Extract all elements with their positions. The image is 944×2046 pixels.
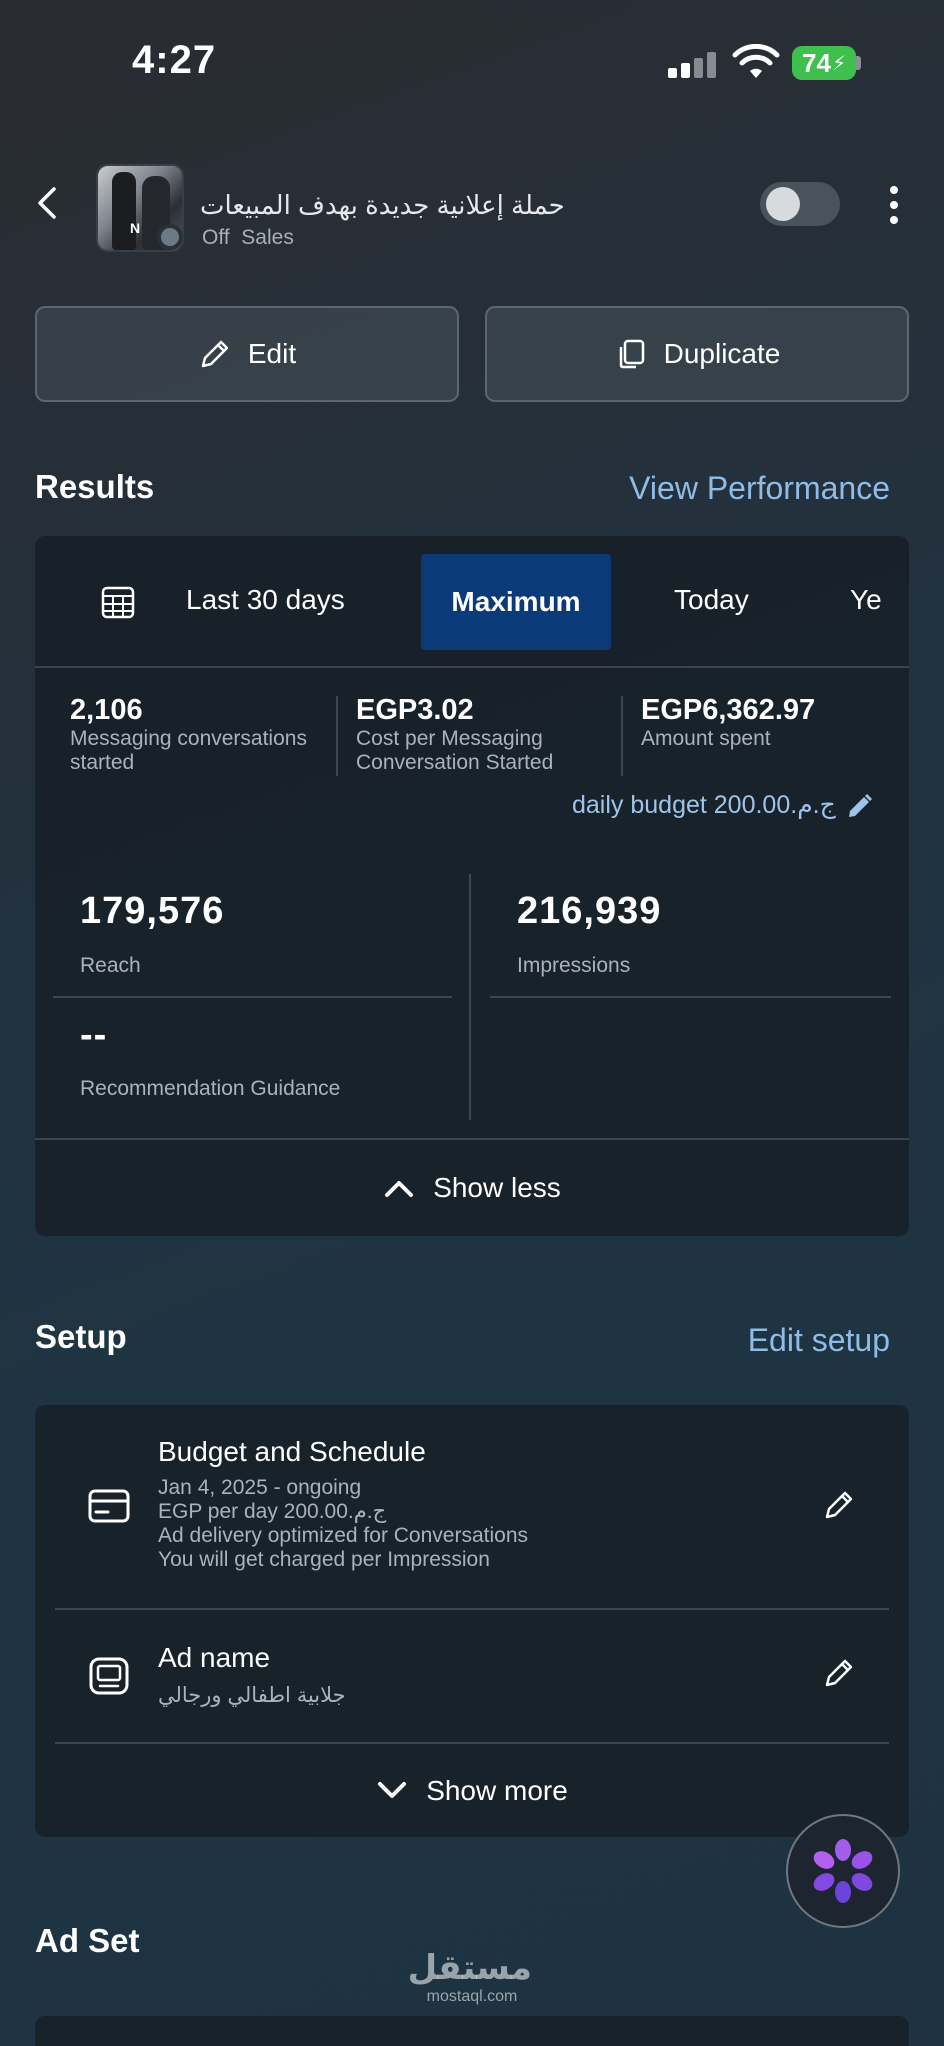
battery-tip (856, 56, 861, 70)
pencil-icon (201, 340, 229, 368)
metric-conversations: 2,106 Messaging conversations started (70, 694, 307, 775)
edit-setup-link[interactable]: Edit setup (748, 1322, 890, 1359)
more-options-icon[interactable] (888, 186, 900, 224)
toggle-knob (766, 187, 800, 221)
ad-name-value: جلابية اطفالي ورجالي (158, 1684, 346, 1707)
wifi-icon (732, 44, 780, 78)
edit-budget-icon[interactable] (822, 1488, 856, 1522)
watermark-latin: mostaql.com (426, 1988, 518, 2005)
metric-value: EGP3.02 (356, 694, 474, 726)
edit-budget-pencil-icon[interactable] (846, 792, 874, 820)
ad-set-card (35, 2016, 909, 2046)
ad-name-title: Ad name (158, 1642, 271, 1673)
reach-value: 179,576 (80, 890, 225, 932)
reach-label: Reach (80, 954, 141, 977)
metric-value: 2,106 (70, 694, 143, 726)
daily-budget-link[interactable]: daily budget 200.00.ج.م (572, 790, 836, 820)
ad-set-heading: Ad Set (35, 1922, 140, 1959)
chevron-up-icon (385, 1181, 414, 1197)
divider (53, 996, 452, 998)
schedule-dates: Jan 4, 2025 - ongoing (158, 1476, 362, 1499)
view-performance-link[interactable]: View Performance (629, 470, 890, 507)
budget-schedule-row[interactable]: Budget and Schedule Jan 4, 2025 - ongoin… (158, 1436, 528, 1572)
status-time: 4:27 (132, 38, 217, 82)
ad-name-row[interactable]: Ad name جلابية اطفالي ورجالي (158, 1642, 346, 1708)
results-heading: Results (35, 468, 155, 505)
impressions-label: Impressions (517, 954, 631, 977)
battery-indicator: 74 ⚡ (792, 46, 856, 80)
battery-level: 74 (802, 47, 831, 78)
metric-label: Conversation Started (356, 751, 554, 774)
chevron-down-icon (378, 1782, 407, 1798)
duplicate-button-label: Duplicate (663, 338, 781, 369)
campaign-title: حملة إعلانية جديدة بهدف المبيعات (200, 190, 565, 220)
metric-value: EGP6,362.97 (641, 694, 816, 726)
cellular-signal-icon (668, 52, 718, 78)
watermark: مستقل mostaql.com (407, 1948, 532, 2006)
edit-button[interactable]: Edit (35, 306, 459, 402)
tab-yesterday[interactable]: Ye (850, 584, 882, 616)
metric-label: Amount spent (641, 727, 771, 750)
show-more-button[interactable]: Show more (55, 1742, 889, 1838)
impressions-value: 216,939 (517, 890, 662, 932)
watermark-arabic: مستقل (407, 1949, 532, 1987)
status-dot-icon (157, 224, 183, 250)
campaign-status: Off (202, 226, 230, 249)
optimization-goal: Ad delivery optimized for Conversations (158, 1524, 529, 1547)
metric-label: Cost per Messaging (356, 727, 543, 750)
metric-label: started (70, 751, 135, 774)
back-chevron-icon[interactable] (34, 186, 62, 220)
campaign-subtitle: Off Sales (202, 226, 294, 250)
recommendation-value: -- (80, 1014, 108, 1056)
calendar-icon[interactable] (100, 584, 136, 620)
meta-ai-assistant-button[interactable] (786, 1814, 900, 1928)
show-less-button[interactable]: Show less (35, 1138, 909, 1236)
setup-heading: Setup (35, 1318, 127, 1355)
divider (469, 874, 471, 1120)
edit-ad-name-icon[interactable] (822, 1656, 856, 1690)
divider (55, 1608, 889, 1610)
brand-logo-icon: N (130, 220, 141, 236)
divider (621, 696, 623, 776)
recommendation-label: Recommendation Guidance (80, 1077, 341, 1100)
metric-cost-per-conversation: EGP3.02 Cost per Messaging Conversation … (356, 694, 553, 775)
ad-preview-icon (89, 1657, 129, 1695)
ai-sparkle-icon (813, 1839, 873, 1903)
duplicate-icon (619, 339, 644, 369)
divider (490, 996, 891, 998)
charging-icon: ⚡ (831, 52, 846, 75)
campaign-objective: Sales (241, 226, 294, 249)
show-more-label: Show more (426, 1775, 568, 1806)
metric-amount-spent: EGP6,362.97 Amount spent (641, 694, 815, 751)
tab-maximum[interactable]: Maximum (421, 554, 611, 650)
divider (336, 696, 338, 776)
tab-last-30-days[interactable]: Last 30 days (186, 584, 345, 616)
budget-schedule-title: Budget and Schedule (158, 1436, 426, 1467)
duplicate-button[interactable]: Duplicate (485, 306, 909, 402)
daily-budget-value: EGP per day 200.00.ج.م (158, 1500, 387, 1523)
show-less-label: Show less (433, 1172, 561, 1203)
billing-event: You will get charged per Impression (158, 1548, 490, 1571)
tab-today[interactable]: Today (674, 584, 749, 616)
edit-button-label: Edit (247, 338, 297, 369)
credit-card-icon (88, 1489, 130, 1523)
metric-label: Messaging conversations (70, 727, 307, 750)
